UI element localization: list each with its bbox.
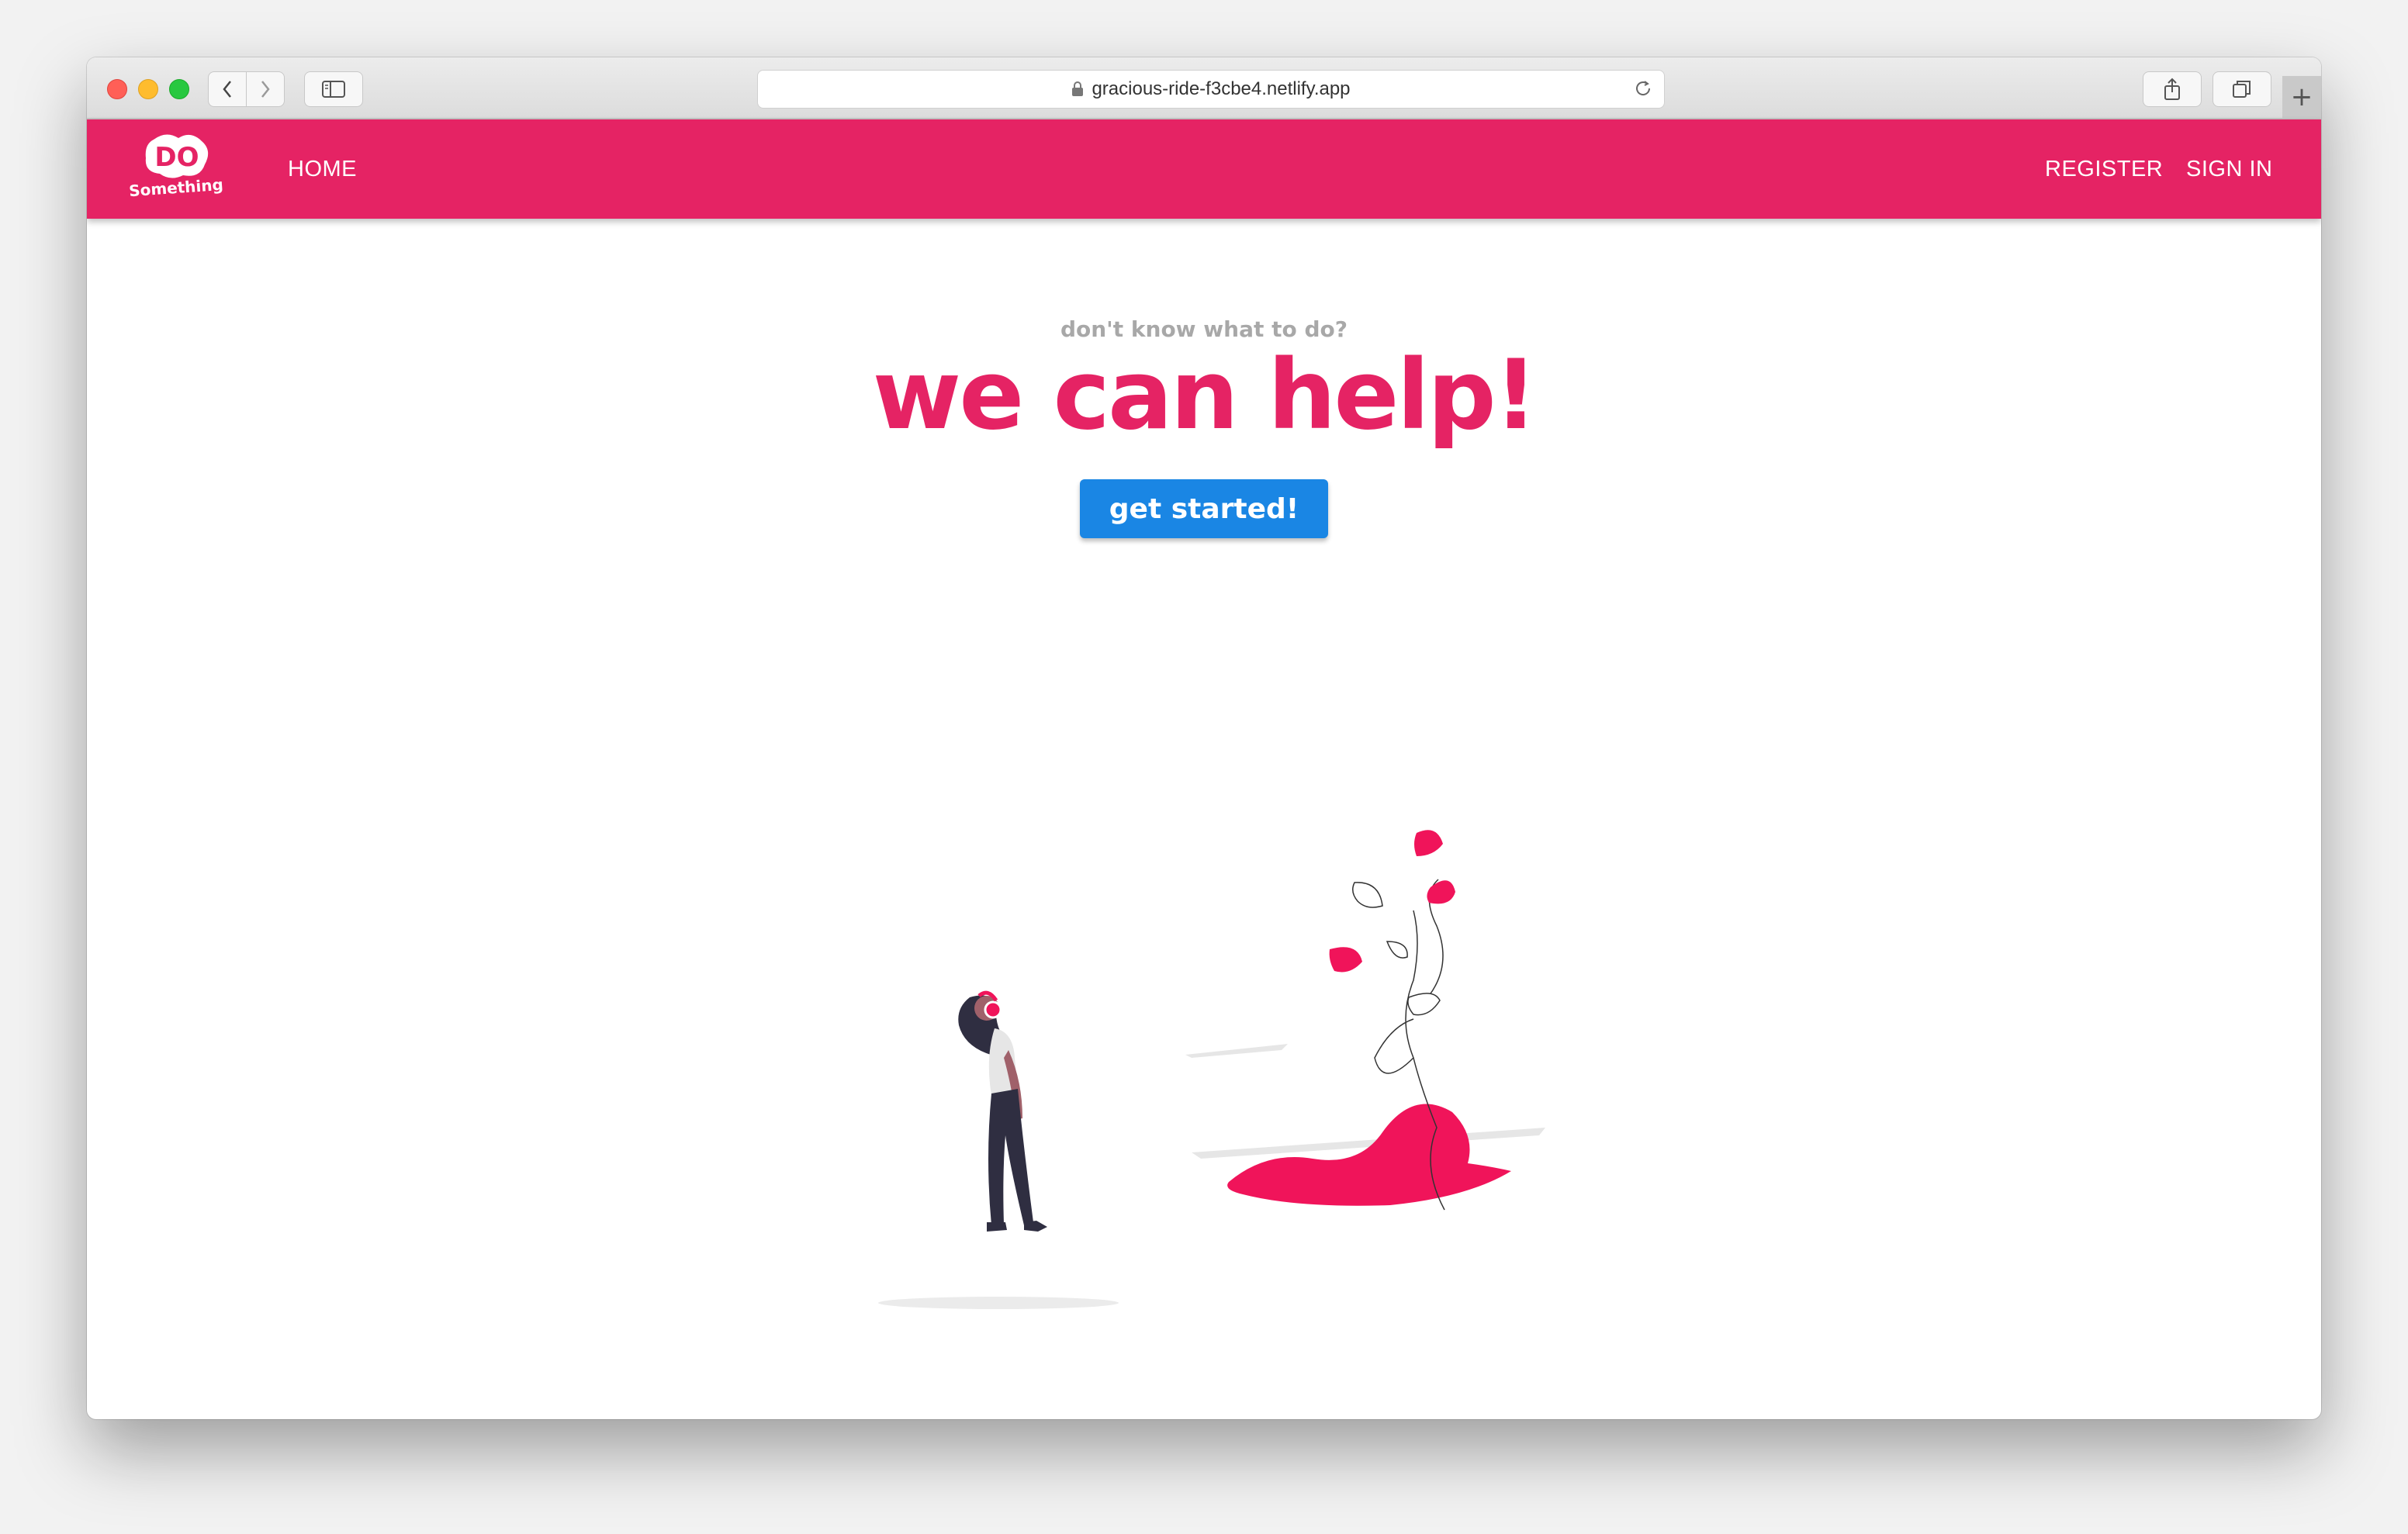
site-header: DO Something HOME REGISTER SIGN IN	[87, 119, 2321, 219]
person-figure	[958, 990, 1047, 1232]
lock-icon	[1071, 81, 1084, 97]
url-text: gracious-ride-f3cbe4.netlify.app	[1092, 78, 1351, 99]
site-logo[interactable]: DO Something	[126, 133, 227, 208]
nav-register-link[interactable]: REGISTER	[2045, 157, 2163, 182]
share-button[interactable]	[2143, 71, 2202, 107]
zoom-window-button[interactable]	[169, 79, 189, 99]
hero-subtitle: don't know what to do?	[1060, 316, 1348, 342]
chevron-left-icon	[223, 81, 231, 98]
headphones-icon	[984, 1000, 1002, 1019]
chevron-right-icon	[261, 81, 270, 98]
nav-home-link[interactable]: HOME	[288, 157, 357, 182]
leaf-3	[1329, 947, 1362, 973]
reload-icon[interactable]	[1633, 78, 1653, 104]
logo-mark-text: DO	[154, 142, 199, 173]
sidebar-icon	[322, 81, 345, 98]
new-tab-button[interactable]: +	[2282, 76, 2321, 118]
person-shoe-right	[1024, 1221, 1047, 1232]
mound-shape	[1227, 1104, 1511, 1206]
get-started-button[interactable]: get started!	[1080, 479, 1328, 538]
nav-sign-in-link[interactable]: SIGN IN	[2186, 157, 2272, 182]
tabs-icon	[2233, 81, 2251, 98]
person-shadow	[878, 1297, 1119, 1309]
logo-mark: DO	[145, 134, 209, 178]
person-shoe-left	[987, 1222, 1007, 1232]
tab-overview-button[interactable]	[2213, 71, 2271, 107]
forward-button[interactable]	[246, 71, 285, 107]
person-legs	[988, 1089, 1033, 1225]
browser-window: gracious-ride-f3cbe4.netlify.app + DO So…	[87, 57, 2321, 1419]
hero-title: we can help!	[872, 340, 1538, 451]
wind-line	[1185, 1044, 1288, 1058]
address-bar[interactable]: gracious-ride-f3cbe4.netlify.app	[757, 70, 1665, 109]
leaf-6-outline	[1407, 993, 1441, 1016]
minimize-window-button[interactable]	[138, 79, 158, 99]
leaf-1	[1414, 830, 1443, 856]
back-button[interactable]	[208, 71, 247, 107]
close-window-button[interactable]	[107, 79, 127, 99]
sidebar-toggle-button[interactable]	[304, 71, 363, 107]
leaf-2	[1427, 880, 1455, 904]
leaf-5-outline	[1386, 941, 1408, 959]
leaf-4-outline	[1352, 882, 1383, 908]
share-icon	[2164, 78, 2180, 100]
hero-illustration	[878, 830, 1545, 1309]
browser-toolbar: gracious-ride-f3cbe4.netlify.app +	[87, 57, 2321, 119]
logo-text: Something	[128, 174, 224, 201]
